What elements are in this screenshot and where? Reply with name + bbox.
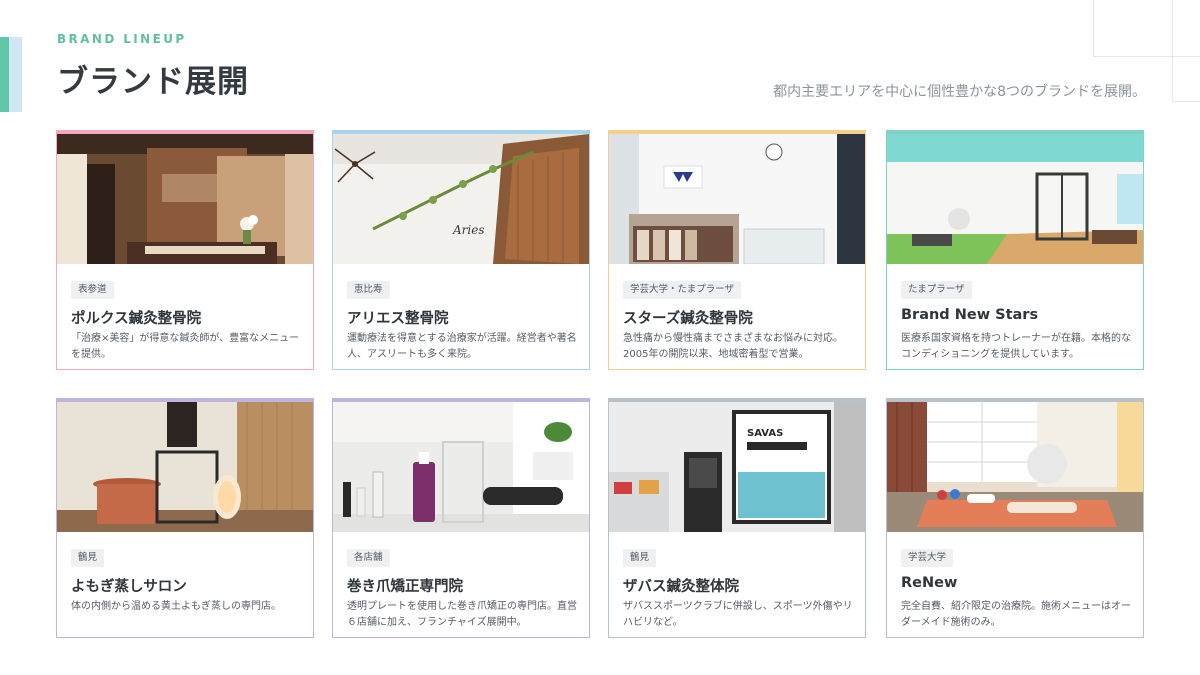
area-tag: 恵比寿 bbox=[347, 281, 390, 299]
brand-photo bbox=[57, 402, 313, 532]
photo-signage: SAVAS bbox=[747, 428, 783, 439]
brand-description: 体の内側から温める黄土よもぎ蒸しの専門店。 bbox=[71, 601, 281, 612]
brand-card-aries[interactable]: Aries 恵比寿 アリエス整骨院 運動療法を得意とする治療家が活躍。経営者や著… bbox=[332, 130, 590, 370]
brand-card-savas[interactable]: SAVAS 鶴見 ザバス鍼灸整体院 ザバススポーツクラブに併設し、スポーツ外傷や… bbox=[608, 398, 866, 638]
area-tag: 各店舗 bbox=[347, 549, 390, 567]
brand-card-stars[interactable]: 学芸大学・たまプラーザ スターズ鍼灸整骨院 急性痛から慢性痛までさまざまなお悩み… bbox=[608, 130, 866, 370]
brand-name: ザバス鍼灸整体院 bbox=[623, 579, 739, 595]
brand-photo bbox=[57, 134, 313, 264]
brand-name: ポルクス鍼灸整骨院 bbox=[71, 311, 202, 327]
brand-description: 完全自費、紹介限定の治療院。施術メニューはオーダーメイド施術のみ。 bbox=[901, 601, 1131, 628]
brand-photo bbox=[609, 134, 865, 264]
brand-card-ingrown-nail-clinic[interactable]: 各店舗 巻き爪矯正専門院 透明プレートを使用した巻き爪矯正の専門店。直営６店舗に… bbox=[332, 398, 590, 638]
brand-card-brand-new-stars[interactable]: たまプラーザ Brand New Stars 医療系国家資格を持つトレーナーが在… bbox=[886, 130, 1144, 370]
area-tag: 学芸大学 bbox=[901, 549, 954, 567]
area-tag: たまプラーザ bbox=[901, 281, 972, 299]
brand-name: スターズ鍼灸整骨院 bbox=[623, 311, 753, 327]
lead-text: 都内主要エリアを中心に個性豊かな8つのブランドを展開。 bbox=[773, 84, 1146, 100]
brand-photo: SAVAS bbox=[609, 402, 865, 532]
section-eyebrow: BRAND LINEUP bbox=[57, 32, 187, 46]
brand-name: よもぎ蒸しサロン bbox=[71, 579, 187, 595]
brand-name: Brand New Stars bbox=[901, 307, 1039, 323]
brand-card-renew[interactable]: 学芸大学 ReNew 完全自費、紹介限定の治療院。施術メニューはオーダーメイド施… bbox=[886, 398, 1144, 638]
brand-description: 運動療法を得意とする治療家が活躍。経営者や著名人、アスリートも多く来院。 bbox=[347, 333, 577, 360]
brand-name: アリエス整骨院 bbox=[347, 311, 449, 327]
brand-description: 透明プレートを使用した巻き爪矯正の専門店。直営６店舗に加え、フランチャイズ展開中… bbox=[347, 601, 577, 628]
corner-decoration bbox=[1172, 101, 1200, 102]
corner-decoration bbox=[1172, 0, 1173, 102]
area-tag: 鶴見 bbox=[71, 549, 105, 567]
brand-name: ReNew bbox=[901, 575, 958, 591]
accent-bar bbox=[0, 37, 22, 112]
brand-photo bbox=[887, 402, 1143, 532]
area-tag: 学芸大学・たまプラーザ bbox=[623, 281, 742, 299]
brand-description: 急性痛から慢性痛までさまざまなお悩みに対応。2005年の開院以来、地域密着型で営… bbox=[623, 333, 843, 360]
area-tag: 表参道 bbox=[71, 281, 114, 299]
page-title: ブランド展開 bbox=[57, 64, 249, 100]
photo-signage: Aries bbox=[452, 223, 485, 237]
brand-photo bbox=[333, 402, 589, 532]
brand-photo bbox=[887, 134, 1143, 264]
brand-description: 医療系国家資格を持つトレーナーが在籍。本格的なコンディショニングを提供しています… bbox=[901, 333, 1131, 360]
brand-photo: Aries bbox=[333, 134, 589, 264]
brand-description: 「治療×美容」が得意な鍼灸師が、豊富なメニューを提供。 bbox=[71, 333, 300, 360]
area-tag: 鶴見 bbox=[623, 549, 657, 567]
brand-card-pollux[interactable]: 表参道 ポルクス鍼灸整骨院 「治療×美容」が得意な鍼灸師が、豊富なメニューを提供… bbox=[56, 130, 314, 370]
corner-decoration bbox=[1093, 0, 1094, 56]
brand-card-yomogi-salon[interactable]: 鶴見 よもぎ蒸しサロン 体の内側から温める黄土よもぎ蒸しの専門店。 bbox=[56, 398, 314, 638]
corner-decoration bbox=[1093, 56, 1200, 57]
brand-name: 巻き爪矯正専門院 bbox=[347, 579, 463, 595]
brand-description: ザバススポーツクラブに併設し、スポーツ外傷やリハビリなど。 bbox=[623, 601, 853, 628]
